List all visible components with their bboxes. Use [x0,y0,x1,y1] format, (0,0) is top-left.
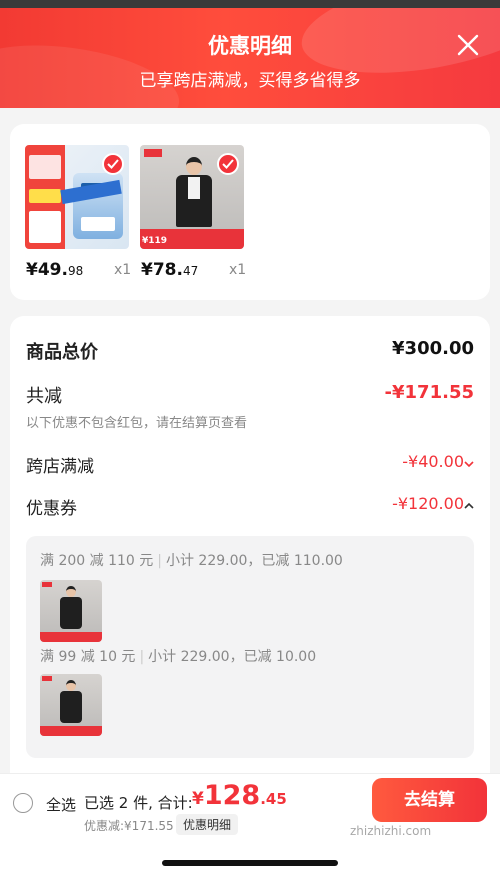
divider: | [139,649,145,665]
brand-logo [144,149,162,157]
discount-summary: 优惠减:¥171.55 [84,819,174,833]
total-value: ¥300.00 [392,338,474,359]
brand-logo [42,582,52,587]
promo-strip [40,632,102,642]
brand-logo [42,676,52,681]
reduce-row: 共减 -¥171.55 [26,382,474,408]
total-label: 商品总价 [26,342,98,363]
checkout-button[interactable]: 去结算 [372,778,487,822]
total-row: 商品总价 ¥300.00 [26,338,474,364]
cross-store-value: -¥40.00 [402,452,464,471]
divider: | [157,553,162,569]
page-subtitle: 已享跨店满减，买得多省得多 [139,71,361,91]
product-thumbnail-1[interactable] [25,145,129,249]
header: 优惠明细 已享跨店满减，买得多省得多 [0,8,500,108]
chevron-up-icon [464,502,474,509]
coupon-label: 优惠券 [26,499,77,519]
coupon-rule-line: 满 200 减 110 元 | 小计 229.00，已减 110.00 [40,550,343,570]
page-title: 优惠明细 [208,34,292,58]
model-image [60,680,82,726]
coupon-rule-line: 满 99 减 10 元 | 小计 229.00，已减 10.00 [40,646,316,666]
coupon-product-thumbnail[interactable] [40,580,102,642]
selected-items-card: ¥119 ¥49.98 x1 ¥78.47 x1 [10,124,490,300]
checked-icon[interactable] [102,153,124,175]
item-price: ¥49.98 [26,260,84,280]
coupon-rule: 满 99 减 10 元 [40,649,136,665]
coupon-detail: 小计 229.00，已减 110.00 [165,553,343,569]
reduce-value: -¥171.55 [384,382,474,403]
product-poster [25,145,65,249]
cross-store-label: 跨店满减 [26,457,94,477]
select-all-radio[interactable] [13,793,33,813]
item-price: ¥78.47 [141,260,199,280]
select-all-label[interactable]: 全选 [46,794,76,815]
redpacket-note: 以下优惠不包含红包，请在结算页查看 [26,416,248,431]
discount-detail-button[interactable]: 优惠明细 [176,814,239,835]
thumb-price-tag: ¥119 [142,236,168,246]
coupon-product-thumbnail[interactable] [40,674,102,736]
reduce-label: 共减 [26,386,62,407]
promo-strip [40,726,102,736]
price-breakdown-card: 商品总价 ¥300.00 共减 -¥171.55 以下优惠不包含红包，请在结算页… [10,316,490,786]
chevron-down-icon [464,461,474,468]
coupon-detail: 小计 229.00，已减 10.00 [148,649,317,665]
status-bar [0,0,500,8]
cross-store-row[interactable]: 跨店满减 -¥40.00 [26,452,474,478]
coupon-detail-box: 满 200 减 110 元 | 小计 229.00，已减 110.00 满 99 减… [26,536,474,758]
selected-count: 已选 2 件, 合计: [84,794,193,812]
watermark: zhizhizhi.com [350,824,432,838]
product-thumbnail-2[interactable]: ¥119 [140,145,244,249]
checked-icon[interactable] [217,153,239,175]
item-quantity: x1 [114,262,132,278]
close-icon [457,34,479,56]
model-image [176,157,212,239]
total-amount: ¥128.45 [192,780,287,811]
item-quantity: x1 [229,262,247,278]
home-indicator [162,860,338,866]
coupon-value: -¥120.00 [392,494,464,513]
coupon-row[interactable]: 优惠券 -¥120.00 [26,494,474,520]
coupon-rule: 满 200 减 110 元 [40,553,154,569]
checkout-bar: 全选 已选 2 件, 合计: ¥128.45 优惠减:¥171.55 优惠明细 … [0,773,500,876]
detail-sheet: ¥119 ¥49.98 x1 ¥78.47 x1 商品总价 ¥300.00 共减… [0,108,500,786]
model-image [60,586,82,632]
close-button[interactable] [455,32,481,58]
